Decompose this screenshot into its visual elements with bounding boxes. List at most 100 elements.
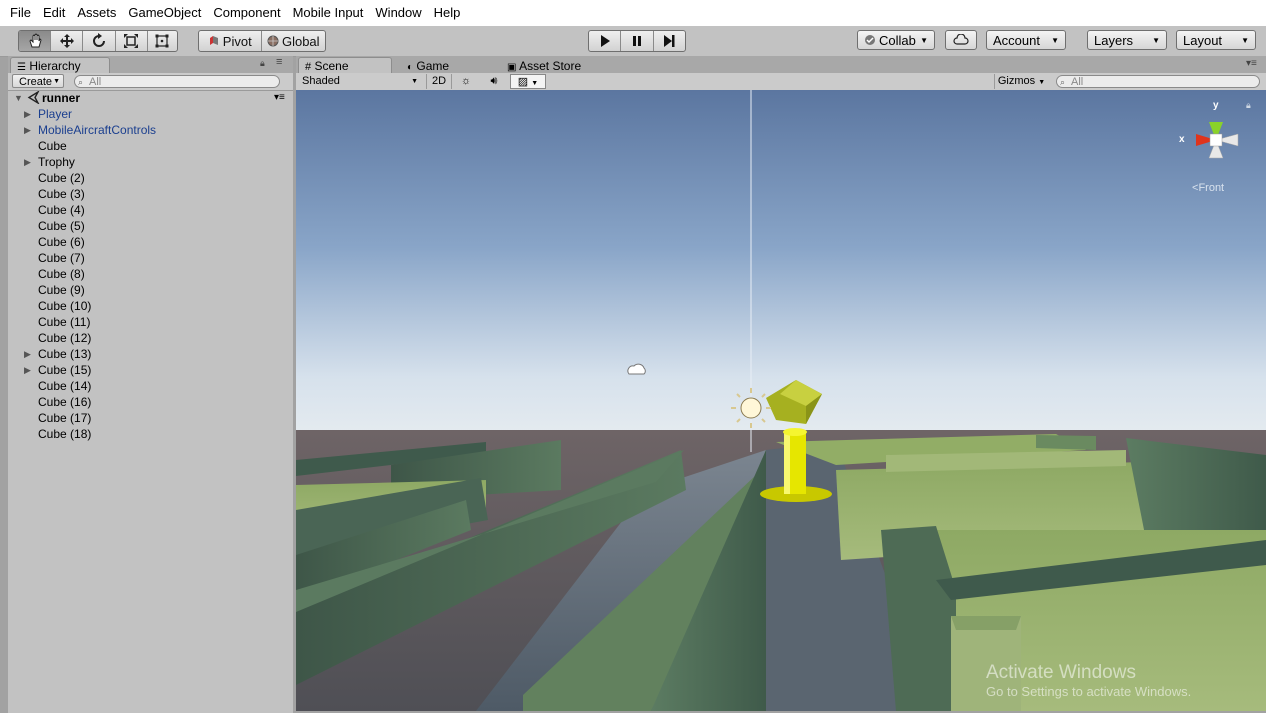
game-tab-label: Game bbox=[416, 59, 450, 73]
watermark-title: Activate Windows bbox=[986, 662, 1136, 683]
account-dropdown[interactable]: Account ▼ bbox=[986, 30, 1066, 50]
hierarchy-item-label: Trophy bbox=[38, 155, 75, 169]
pacman-icon: ◐ bbox=[407, 62, 414, 73]
scene-toolbar: Shaded ▼ 2D ☼ 🔊︎ ▨ ▼ Gizmos ▼ ⌕ All bbox=[296, 73, 1266, 91]
hierarchy-item-label: Cube (13) bbox=[38, 347, 92, 361]
expand-right-icon[interactable]: ▶ bbox=[24, 346, 31, 362]
transform-tools bbox=[18, 30, 178, 52]
effects-dropdown[interactable]: ▨ ▼ bbox=[510, 74, 546, 89]
hierarchy-item-label: Cube (9) bbox=[38, 283, 85, 297]
pause-icon bbox=[632, 36, 641, 46]
search-placeholder: All bbox=[1071, 76, 1084, 88]
menu-assets[interactable]: Assets bbox=[71, 0, 122, 26]
scene-tab-label: Scene bbox=[314, 59, 349, 73]
panel-menu-icon[interactable]: ≡ bbox=[276, 56, 282, 68]
view-label[interactable]: <Front bbox=[1192, 182, 1224, 194]
scene-tab-row: # Scene ◐ Game ▣ Asset Store ▾≡ bbox=[296, 56, 1266, 73]
layout-dropdown[interactable]: Layout ▼ bbox=[1176, 30, 1256, 50]
check-circle-icon bbox=[865, 35, 875, 45]
hierarchy-item-label: Cube (17) bbox=[38, 411, 92, 425]
menu-gameobject[interactable]: GameObject bbox=[122, 0, 207, 26]
hand-tool-button[interactable] bbox=[19, 31, 52, 51]
pause-button[interactable] bbox=[621, 31, 654, 51]
rect-transform-icon bbox=[155, 34, 169, 48]
collab-dropdown[interactable]: Collab ▼ bbox=[857, 30, 935, 50]
playback-controls bbox=[588, 30, 686, 52]
lighting-toggle[interactable]: ☼ bbox=[454, 74, 478, 89]
rotate-tool-button[interactable] bbox=[83, 31, 116, 51]
scene-search-input[interactable]: ⌕ All bbox=[1056, 75, 1260, 88]
scene-render bbox=[296, 90, 1266, 711]
hierarchy-item-label: Cube (14) bbox=[38, 379, 92, 393]
expand-right-icon[interactable]: ▶ bbox=[24, 106, 31, 122]
menu-help[interactable]: Help bbox=[428, 0, 467, 26]
tab-game[interactable]: ◐ Game bbox=[400, 57, 492, 73]
2d-toggle[interactable]: 2D bbox=[426, 74, 452, 89]
account-label: Account bbox=[993, 32, 1040, 48]
scene-root[interactable]: ▼ runner ▾≡ bbox=[14, 90, 288, 106]
play-button[interactable] bbox=[589, 31, 622, 51]
main-toolbar: Pivot Global Collab ▼ Account ▼ Layers ▼… bbox=[0, 26, 1266, 57]
lock-icon[interactable]: 🔒︎ bbox=[1246, 100, 1251, 111]
hierarchy-item-label: Cube (15) bbox=[38, 363, 92, 377]
search-placeholder: All bbox=[89, 76, 102, 88]
layers-label: Layers bbox=[1094, 32, 1134, 48]
lock-icon[interactable]: 🔒︎ bbox=[260, 58, 265, 69]
layers-dropdown[interactable]: Layers ▼ bbox=[1087, 30, 1167, 50]
expand-right-icon[interactable]: ▶ bbox=[24, 362, 31, 378]
hierarchy-panel: ☰ Hierarchy 🔒︎ ≡ Create ▼ ⌕ All ▼ runner… bbox=[8, 56, 293, 713]
audio-toggle[interactable]: 🔊︎ bbox=[482, 74, 506, 89]
global-toggle[interactable]: Global bbox=[262, 31, 325, 51]
hierarchy-item-label: Cube bbox=[38, 139, 67, 153]
shading-mode-dropdown[interactable]: Shaded ▼ bbox=[302, 74, 420, 89]
menu-window[interactable]: Window bbox=[369, 0, 427, 26]
expand-down-icon[interactable]: ▼ bbox=[14, 90, 23, 106]
step-button[interactable] bbox=[654, 31, 685, 51]
hierarchy-search-input[interactable]: ⌕ All bbox=[74, 75, 280, 88]
pivot-toggle[interactable]: Pivot bbox=[199, 31, 262, 51]
hierarchy-toolbar: Create ▼ ⌕ All bbox=[8, 73, 293, 91]
gizmos-label: Gizmos bbox=[997, 75, 1036, 87]
cloud-button[interactable] bbox=[945, 30, 977, 50]
menu-component[interactable]: Component bbox=[207, 0, 286, 26]
step-icon bbox=[664, 35, 675, 47]
scale-icon bbox=[124, 34, 139, 48]
rect-tool-button[interactable] bbox=[148, 31, 177, 51]
chevron-down-icon: ▼ bbox=[1038, 79, 1046, 86]
menu-edit[interactable]: Edit bbox=[37, 0, 71, 26]
panel-menu-icon[interactable]: ▾≡ bbox=[1246, 58, 1257, 69]
gizmos-dropdown[interactable]: Gizmos ▼ bbox=[994, 74, 1048, 89]
rotate-icon bbox=[93, 33, 105, 47]
hierarchy-item-label: Cube (3) bbox=[38, 187, 85, 201]
menu-file[interactable]: File bbox=[0, 0, 37, 26]
shading-label: Shaded bbox=[302, 75, 340, 87]
grid-icon: # bbox=[305, 61, 312, 73]
gizmo-axis-y-label: y bbox=[1213, 100, 1219, 111]
expand-right-icon[interactable]: ▶ bbox=[24, 122, 31, 138]
speaker-icon: 🔊︎ bbox=[490, 75, 498, 87]
tab-hierarchy[interactable]: ☰ Hierarchy bbox=[10, 57, 110, 73]
orientation-gizmo[interactable]: y x <Front bbox=[1176, 100, 1256, 200]
menu-mobile-input[interactable]: Mobile Input bbox=[287, 0, 370, 26]
tab-asset-store[interactable]: ▣ Asset Store bbox=[500, 57, 604, 73]
move-tool-button[interactable] bbox=[51, 31, 84, 51]
hierarchy-item-label: Cube (10) bbox=[38, 299, 92, 313]
create-label: Create bbox=[19, 76, 53, 88]
scene-viewport[interactable]: y x <Front 🔒︎ Activate Windows Go to Set… bbox=[296, 90, 1266, 711]
pivot-icon bbox=[209, 36, 218, 45]
sun-icon: ☼ bbox=[460, 75, 472, 87]
scene-name: runner bbox=[42, 91, 81, 105]
hierarchy-item-label: Player bbox=[38, 107, 73, 121]
hierarchy-item-label: Cube (18) bbox=[38, 427, 92, 441]
chevron-down-icon: ▼ bbox=[1152, 35, 1160, 45]
tab-scene[interactable]: # Scene bbox=[298, 57, 392, 73]
hierarchy-item-label: MobileAircraftControls bbox=[38, 123, 157, 137]
scale-tool-button[interactable] bbox=[116, 31, 148, 51]
watermark-sub: Go to Settings to activate Windows. bbox=[986, 684, 1192, 699]
hierarchy-item-label: Cube (2) bbox=[38, 171, 85, 185]
create-dropdown[interactable]: Create ▼ bbox=[12, 74, 64, 88]
scene-menu-icon[interactable]: ▾≡ bbox=[274, 90, 285, 106]
expand-right-icon[interactable]: ▶ bbox=[24, 154, 31, 170]
hierarchy-tab-row: ☰ Hierarchy 🔒︎ ≡ bbox=[8, 56, 293, 73]
chevron-down-icon: ▼ bbox=[53, 78, 60, 85]
